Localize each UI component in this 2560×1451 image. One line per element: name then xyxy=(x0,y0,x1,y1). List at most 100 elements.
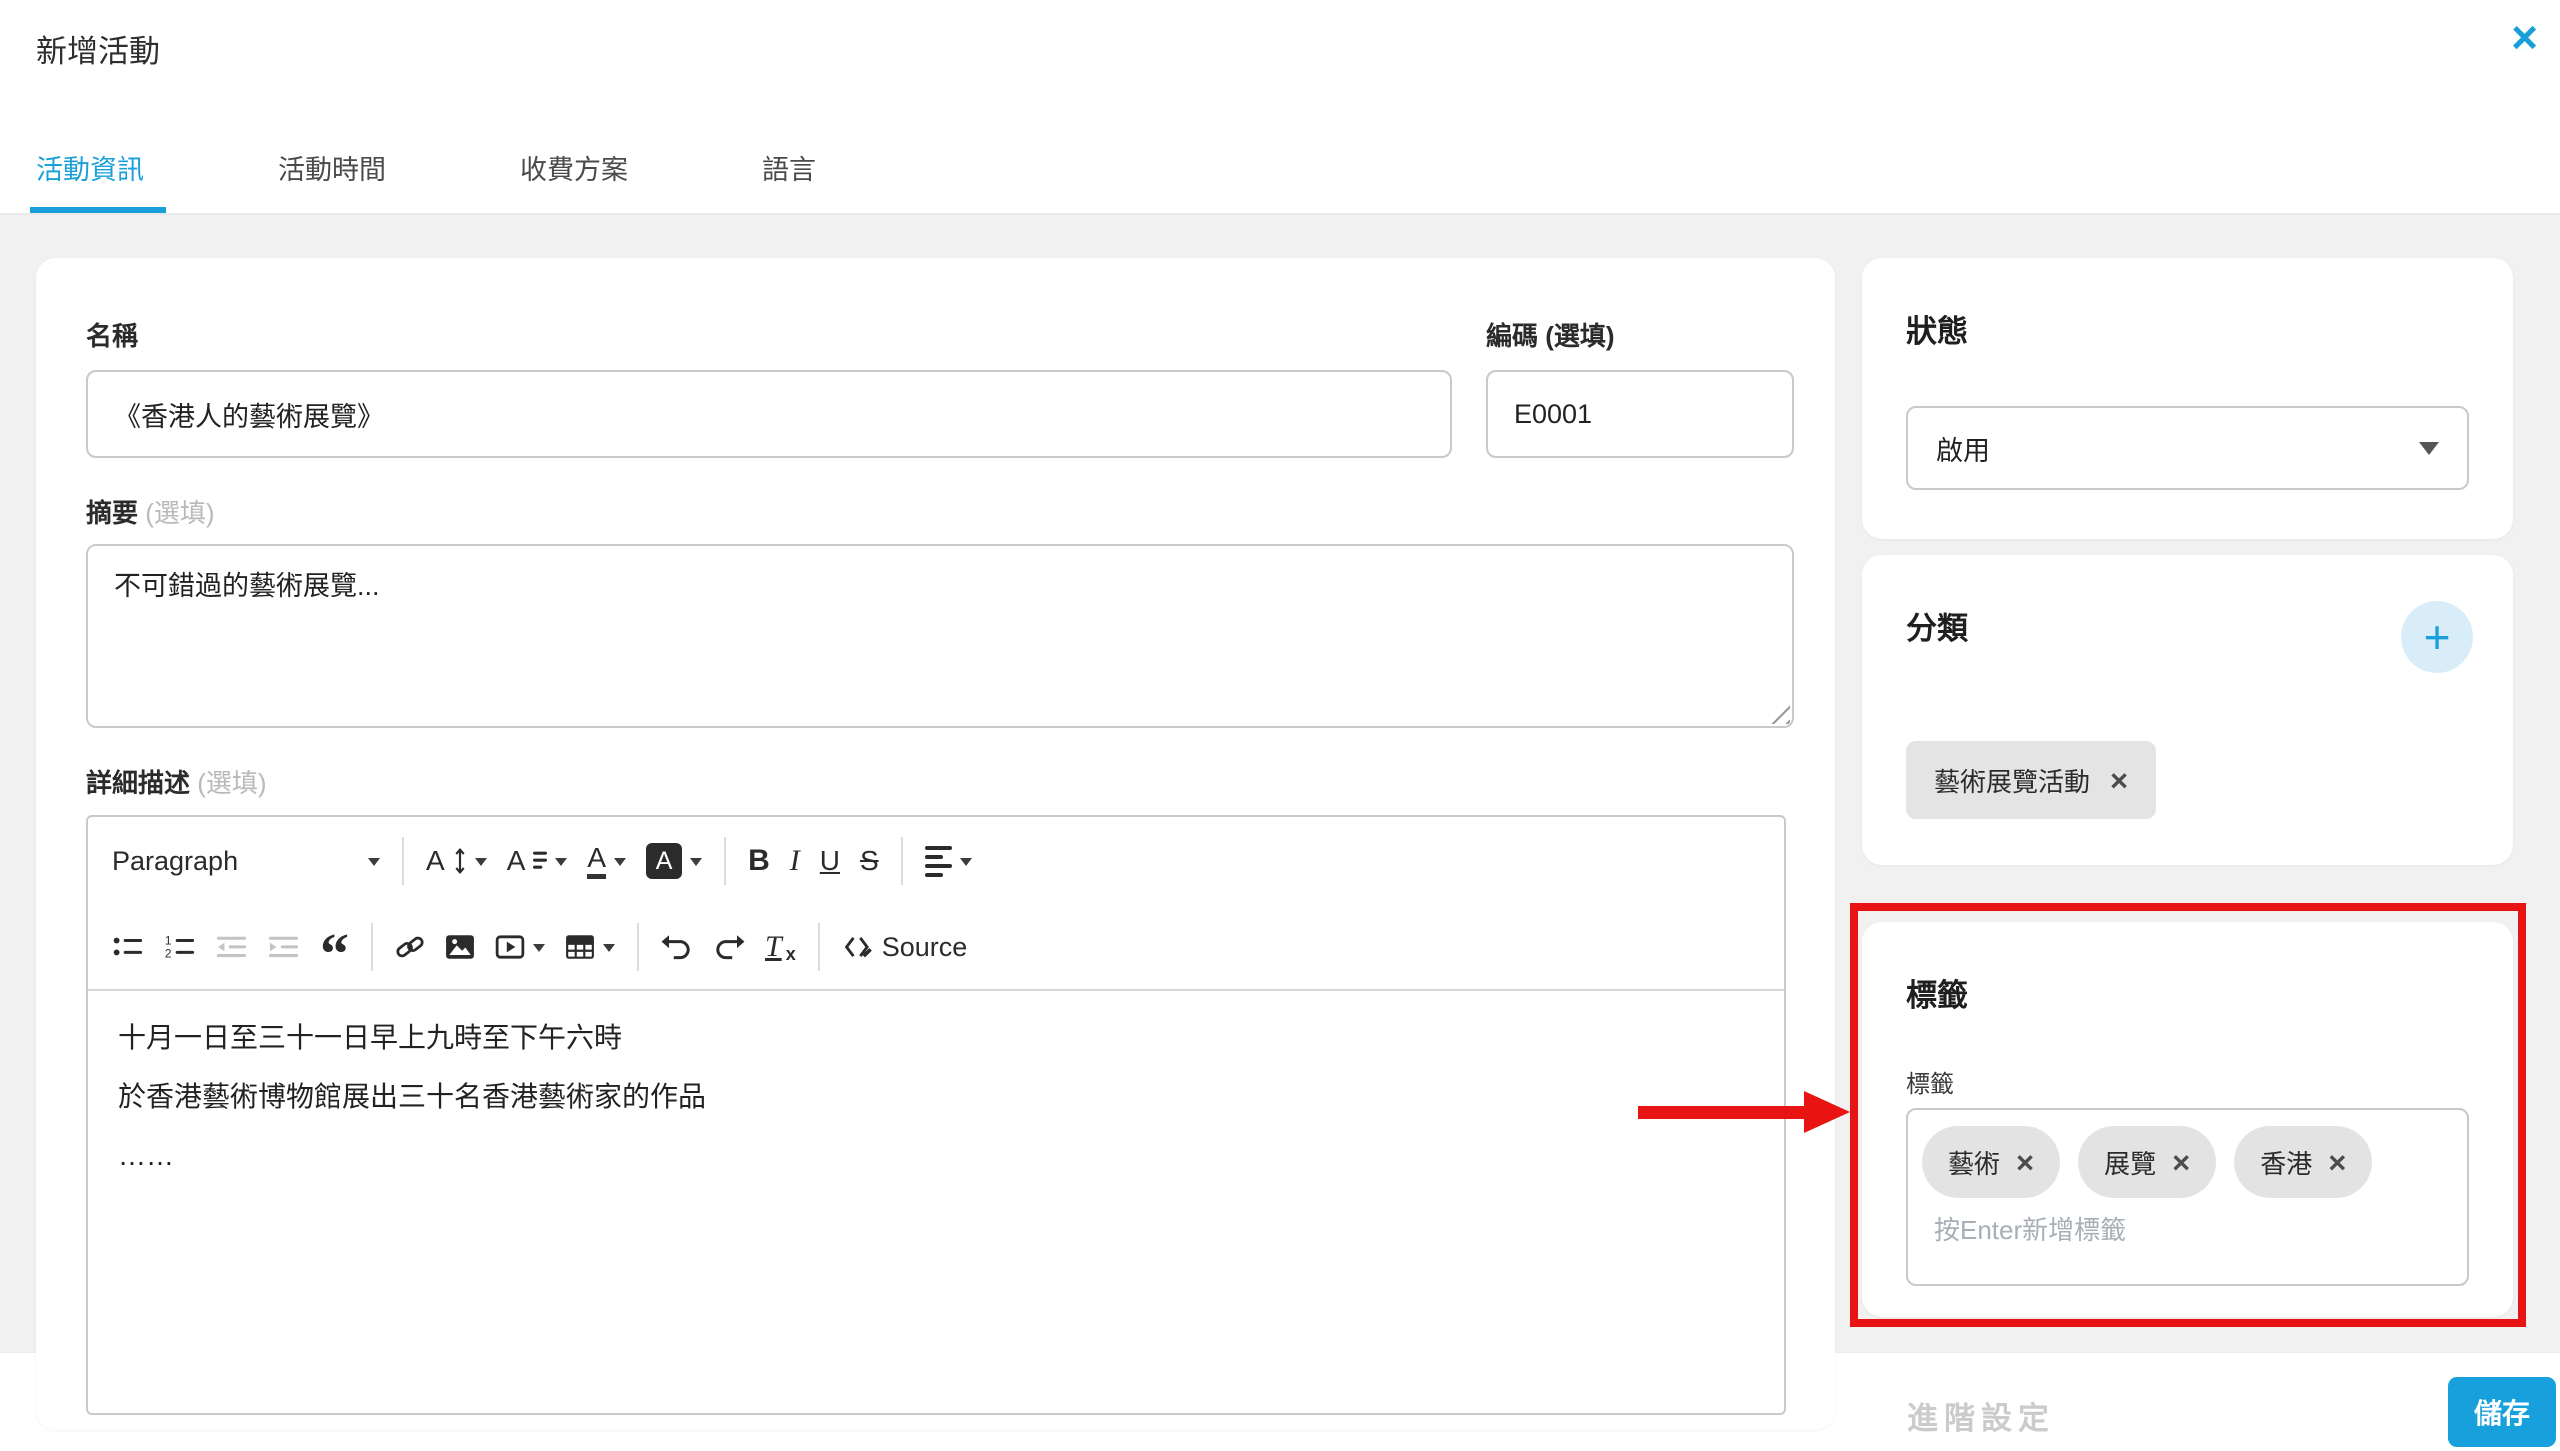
advanced-settings-label[interactable]: 進階設定 xyxy=(1907,1393,2055,1438)
italic-button[interactable]: I xyxy=(780,832,810,890)
tab-language[interactable]: 語言 xyxy=(762,130,898,213)
chevron-down-icon xyxy=(475,858,487,872)
table-icon xyxy=(565,933,595,961)
editor-content[interactable]: 十月一日至三十一日早上九時至下午六時 於香港藝術博物館展出三十名香港藝術家的作品… xyxy=(88,989,1784,1220)
name-input[interactable] xyxy=(86,370,1452,458)
undo-button[interactable] xyxy=(651,918,703,976)
strikethrough-button[interactable]: S xyxy=(850,832,889,890)
tag-chip-label: 藝術 xyxy=(1948,1144,2000,1181)
summary-label-text: 摘要 xyxy=(86,498,138,528)
font-family-icon: A xyxy=(507,845,526,877)
underline-button[interactable]: U xyxy=(810,832,850,890)
page-title: 新增活動 xyxy=(36,26,160,71)
redo-button[interactable] xyxy=(703,918,755,976)
remove-tag-icon[interactable]: × xyxy=(2172,1147,2190,1178)
remove-category-icon[interactable]: × xyxy=(2110,765,2128,796)
text-lines-icon xyxy=(533,850,547,872)
editor-toolbar-row2: 1 2 “ xyxy=(88,905,1784,989)
blockquote-button[interactable]: “ xyxy=(310,918,359,976)
editor-paragraph: 於香港藝術博物館展出三十名香港藝術家的作品 xyxy=(118,1076,1754,1117)
font-size-icon: A xyxy=(426,845,445,877)
save-button[interactable]: 儲存 xyxy=(2448,1377,2556,1447)
remove-tag-icon[interactable]: × xyxy=(2328,1147,2346,1178)
font-color-button[interactable]: A xyxy=(577,832,636,890)
tab-event-info[interactable]: 活動資訊 xyxy=(36,130,226,213)
tags-input-container[interactable]: 藝術 × 展覽 × 香港 × xyxy=(1906,1108,2469,1286)
chevron-down-icon xyxy=(533,944,545,958)
italic-icon: I xyxy=(790,844,800,878)
code-input[interactable] xyxy=(1486,370,1794,458)
bold-icon: B xyxy=(748,844,770,878)
chevron-down-icon xyxy=(368,858,380,872)
font-size-button[interactable]: A xyxy=(416,832,497,890)
toolbar-separator xyxy=(637,923,639,971)
editor-paragraph: 十月一日至三十一日早上九時至下午六時 xyxy=(118,1017,1754,1058)
source-button[interactable]: Source xyxy=(832,918,978,976)
strikethrough-icon: S xyxy=(860,845,879,877)
remove-tag-icon[interactable]: × xyxy=(2016,1147,2034,1178)
status-selected-value: 啟用 xyxy=(1936,429,1990,468)
media-icon xyxy=(495,933,525,961)
font-color-icon: A xyxy=(587,843,606,879)
font-family-button[interactable]: A xyxy=(497,832,578,890)
tag-chip-label: 香港 xyxy=(2260,1144,2312,1181)
indent-icon xyxy=(268,934,300,960)
event-info-card: 名稱 編碼 (選填) 摘要 (選填) 不可錯過的藝術展覽... 詳細描述 (選填… xyxy=(36,258,1835,1430)
add-category-button[interactable]: + xyxy=(2401,601,2473,673)
insert-table-button[interactable] xyxy=(555,918,625,976)
svg-text:2: 2 xyxy=(165,946,172,960)
tab-event-time[interactable]: 活動時間 xyxy=(278,130,468,213)
paragraph-dropdown[interactable]: Paragraph xyxy=(102,832,390,890)
link-button[interactable] xyxy=(385,918,435,976)
category-card: 分類 + 藝術展覽活動 × xyxy=(1862,555,2513,865)
paragraph-dropdown-label: Paragraph xyxy=(112,846,238,877)
status-title: 狀態 xyxy=(1906,306,1968,351)
description-label-text: 詳細描述 xyxy=(86,768,190,798)
font-background-color-button[interactable]: A xyxy=(636,832,712,890)
summary-textarea[interactable]: 不可錯過的藝術展覽... xyxy=(86,544,1794,728)
editor-toolbar-row1: Paragraph A A xyxy=(88,817,1784,905)
new-event-modal: 新增活動 × 活動資訊 活動時間 收費方案 語言 進階設定 儲存 名稱 編碼 (… xyxy=(0,0,2560,1450)
toolbar-separator xyxy=(901,837,903,885)
insert-image-button[interactable] xyxy=(435,918,485,976)
category-title: 分類 xyxy=(1906,603,1968,648)
numbered-list-button[interactable]: 1 2 xyxy=(154,918,206,976)
rich-text-editor: Paragraph A A xyxy=(86,815,1786,1415)
toolbar-separator xyxy=(818,923,820,971)
status-select[interactable]: 啟用 xyxy=(1906,406,2469,490)
tags-card: 標籤 標籤 藝術 × 展覽 × 香港 × xyxy=(1862,922,2513,1317)
tags-field-label: 標籤 xyxy=(1906,1064,1954,1099)
chevron-down-icon xyxy=(960,858,972,872)
toolbar-separator xyxy=(402,837,404,885)
tags-title: 標籤 xyxy=(1906,970,1968,1015)
media-embed-button[interactable] xyxy=(485,918,555,976)
updown-arrow-icon xyxy=(453,847,467,875)
bulleted-list-button[interactable] xyxy=(102,918,154,976)
summary-optional-hint: (選填) xyxy=(145,498,214,528)
align-left-icon xyxy=(925,846,952,877)
tab-pricing-plan[interactable]: 收費方案 xyxy=(520,130,710,213)
bulleted-list-icon xyxy=(112,934,144,960)
indent-button[interactable] xyxy=(258,918,310,976)
undo-icon xyxy=(661,932,693,962)
chevron-down-icon xyxy=(603,944,615,958)
remove-format-button[interactable]: T x xyxy=(755,918,806,976)
tag-chip-label: 展覽 xyxy=(2104,1144,2156,1181)
bold-button[interactable]: B xyxy=(738,832,780,890)
editor-paragraph: …… xyxy=(118,1135,1754,1176)
remove-format-icon: T xyxy=(765,930,782,964)
toolbar-separator xyxy=(371,923,373,971)
font-background-color-icon: A xyxy=(646,843,682,879)
remove-format-x: x xyxy=(786,944,796,965)
underline-icon: U xyxy=(820,845,840,877)
chevron-down-icon xyxy=(614,858,626,872)
toolbar-separator xyxy=(724,837,726,885)
source-button-label: Source xyxy=(882,932,968,963)
redo-icon xyxy=(713,932,745,962)
close-icon[interactable]: × xyxy=(2511,14,2538,60)
dropdown-caret-icon xyxy=(2419,442,2439,465)
outdent-button[interactable] xyxy=(206,918,258,976)
tag-input[interactable] xyxy=(1932,1214,2446,1247)
category-chip-label: 藝術展覽活動 xyxy=(1934,762,2090,799)
alignment-button[interactable] xyxy=(915,832,982,890)
